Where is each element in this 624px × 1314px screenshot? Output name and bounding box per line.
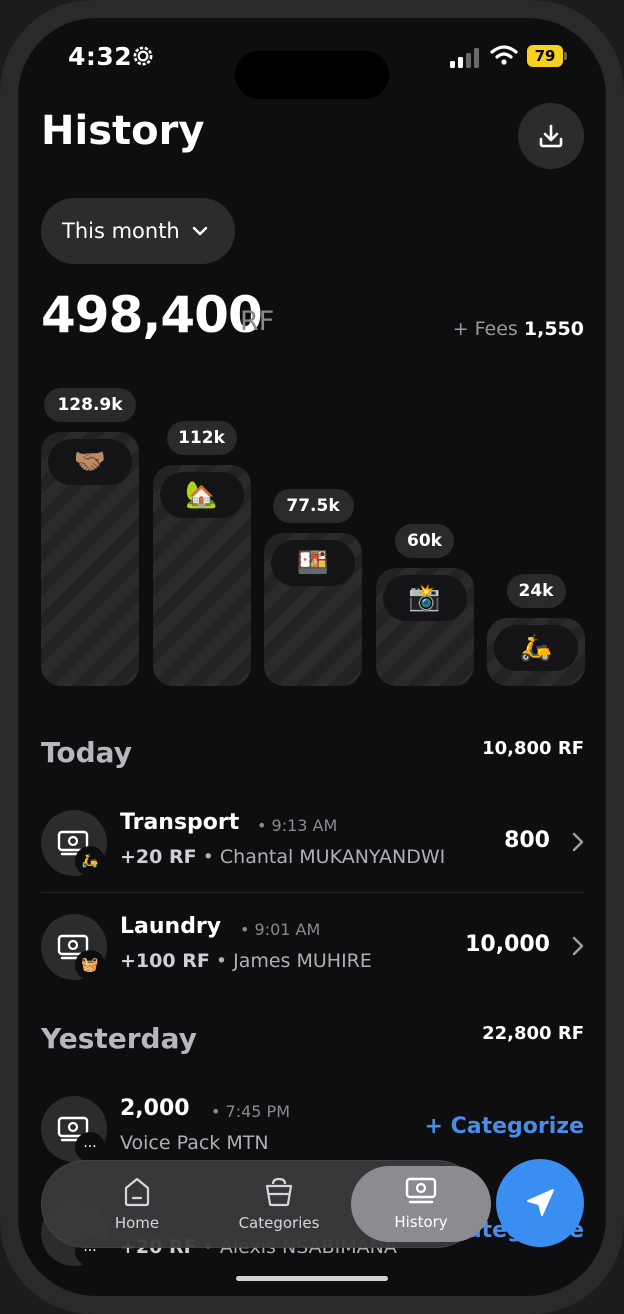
transaction-time: • 9:13 AM — [257, 816, 338, 835]
page-title: History — [41, 108, 205, 154]
section-total-yesterday: 22,800 RF — [482, 1023, 584, 1044]
transaction-party: • Chantal MUKANYANDWI — [202, 846, 446, 868]
dynamic-island — [235, 51, 389, 99]
tab-categories[interactable]: Categories — [209, 1166, 349, 1242]
category-bar-house[interactable]: 🏡 — [152, 465, 251, 686]
chevron-down-icon — [192, 226, 207, 236]
period-label: This month — [62, 219, 180, 243]
more-badge: ··· — [75, 1132, 105, 1162]
transaction-detail: Voice Pack MTN — [120, 1132, 269, 1154]
categorize-button[interactable]: + Categorize — [425, 1114, 585, 1139]
send-button[interactable] — [496, 1159, 584, 1247]
transaction-name: 2,000 — [120, 1096, 190, 1121]
screen: 4:32 79 History This month 498,400 RF + … — [18, 18, 606, 1296]
bar-value-label: 112k — [166, 421, 237, 455]
bar-value-label: 77.5k — [272, 489, 354, 523]
battery-cap — [564, 52, 567, 60]
bar-value-label: 60k — [395, 524, 454, 558]
transaction-detail: +20 RF • Chantal MUKANYANDWI — [120, 846, 445, 868]
category-badge: 🛵 — [75, 846, 105, 876]
download-button[interactable] — [518, 103, 584, 169]
transaction-time: • 9:01 AM — [240, 920, 321, 939]
tab-home[interactable]: Home — [67, 1166, 207, 1242]
transaction-time: • 7:45 PM — [211, 1102, 290, 1121]
bar-value-label: 128.9k — [44, 388, 136, 422]
camera-icon: 📸 — [382, 575, 467, 621]
tab-label: History — [394, 1213, 448, 1231]
transaction-fee: +20 RF — [120, 846, 197, 868]
home-indicator — [236, 1276, 388, 1281]
transaction-avatar: 🧺 — [41, 914, 107, 980]
history-icon — [405, 1177, 437, 1204]
bar-value-label: 24k — [506, 574, 566, 608]
total-amount: 498,400 — [41, 286, 263, 344]
category-bar-scooter[interactable]: 🛵 — [487, 618, 585, 686]
category-bar-bento[interactable]: 🍱 — [264, 533, 362, 686]
house-icon: 🏡 — [159, 472, 244, 518]
home-icon — [124, 1177, 150, 1207]
battery-indicator: 79 — [527, 45, 563, 67]
section-title-yesterday: Yesterday — [41, 1022, 197, 1055]
category-bar-handshake[interactable]: 🤝🏽 — [41, 432, 139, 686]
handshake-icon: 🤝🏽 — [48, 439, 132, 485]
tab-history[interactable]: History — [351, 1166, 491, 1242]
signal-icon — [450, 48, 479, 68]
categories-icon — [265, 1177, 293, 1207]
gear-icon — [133, 46, 153, 66]
transaction-amount: 800 — [504, 828, 550, 853]
transaction-name: Transport — [120, 810, 240, 835]
period-dropdown[interactable]: This month — [41, 198, 235, 264]
chevron-right-icon — [572, 936, 584, 956]
wifi-icon — [490, 45, 518, 65]
send-icon — [527, 1189, 554, 1216]
section-title-today: Today — [41, 736, 132, 769]
device-frame: 4:32 79 History This month 498,400 RF + … — [0, 0, 624, 1314]
tab-bar: Home Categories History — [41, 1160, 491, 1248]
category-badge: 🧺 — [75, 950, 105, 980]
transaction-avatar: 🛵 — [41, 810, 107, 876]
status-bar: 4:32 79 — [18, 18, 606, 99]
fees-label: + Fees — [452, 318, 518, 340]
fees-value: 1,550 — [523, 318, 584, 340]
fees-summary: + Fees 1,550 — [453, 318, 584, 340]
tab-label: Categories — [238, 1214, 320, 1232]
row-divider — [41, 892, 584, 893]
scooter-icon: 🛵 — [494, 625, 578, 671]
total-currency: RF — [240, 306, 275, 337]
tab-label: Home — [114, 1214, 160, 1232]
transaction-amount: 10,000 — [465, 932, 550, 957]
section-total-today: 10,800 RF — [482, 738, 584, 759]
status-time: 4:32 — [68, 42, 133, 71]
chevron-right-icon — [572, 832, 584, 852]
transaction-row[interactable]: 🧺 Laundry • 9:01 AM +100 RF • James MUHI… — [41, 898, 584, 994]
download-icon — [539, 124, 563, 148]
transaction-name: Laundry — [120, 914, 222, 939]
transaction-fee: +100 RF — [120, 950, 210, 972]
category-bar-camera[interactable]: 📸 — [375, 568, 474, 686]
bento-icon: 🍱 — [271, 540, 355, 586]
transaction-avatar: ··· — [41, 1096, 107, 1162]
transaction-detail: +100 RF • James MUHIRE — [120, 950, 372, 972]
transaction-row[interactable]: 🛵 Transport • 9:13 AM +20 RF • Chantal M… — [41, 794, 584, 890]
transaction-party: • James MUHIRE — [215, 950, 372, 972]
